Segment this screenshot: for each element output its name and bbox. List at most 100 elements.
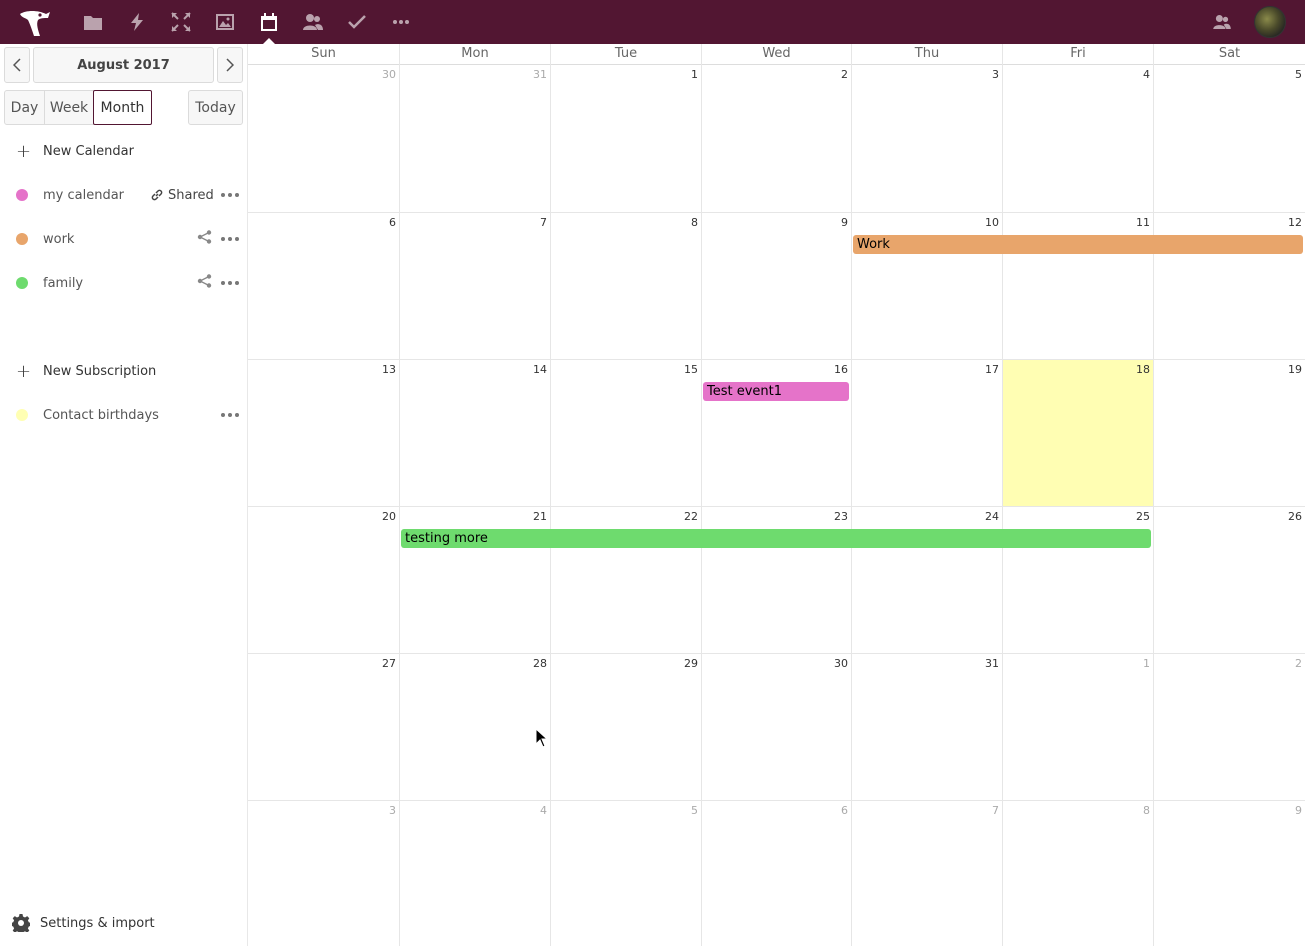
next-period-button[interactable] <box>217 47 243 83</box>
day-number[interactable]: 2 <box>841 68 848 81</box>
day-number[interactable]: 3 <box>389 804 396 817</box>
day-number[interactable]: 4 <box>1143 68 1150 81</box>
day-cell-today[interactable]: 18 <box>1002 359 1153 506</box>
day-number[interactable]: 30 <box>382 68 396 81</box>
view-day-button[interactable]: Day <box>4 90 45 125</box>
day-cell[interactable]: 20 <box>248 506 399 653</box>
calendar-event[interactable]: Work <box>853 235 1303 254</box>
day-cell[interactable]: 19 <box>1153 359 1305 506</box>
calendar-item-work[interactable]: work <box>0 217 248 261</box>
day-cell[interactable]: 4 <box>399 800 550 946</box>
day-number[interactable]: 9 <box>841 216 848 229</box>
day-number[interactable]: 23 <box>834 510 848 523</box>
day-cell[interactable]: 5 <box>1153 65 1305 212</box>
day-cell[interactable]: 6 <box>248 212 399 359</box>
day-number[interactable]: 9 <box>1295 804 1302 817</box>
more-options-icon[interactable] <box>221 233 239 245</box>
day-cell[interactable]: 3 <box>248 800 399 946</box>
calendar-event[interactable]: Test event1 <box>703 382 849 401</box>
day-cell[interactable]: 9 <box>1153 800 1305 946</box>
day-number[interactable]: 29 <box>684 657 698 670</box>
settings-import-button[interactable]: Settings & import <box>12 914 155 932</box>
day-number[interactable]: 18 <box>1136 363 1150 376</box>
day-number[interactable]: 30 <box>834 657 848 670</box>
day-number[interactable]: 31 <box>533 68 547 81</box>
gallery-icon[interactable] <box>159 0 203 44</box>
day-cell[interactable]: 8 <box>550 212 701 359</box>
day-cell[interactable]: 2 <box>701 65 851 212</box>
tasks-icon[interactable] <box>335 0 379 44</box>
new-subscription-button[interactable]: + New Subscription <box>0 349 248 393</box>
day-cell[interactable]: 7 <box>851 800 1002 946</box>
calendar-color-dot[interactable] <box>16 233 28 245</box>
day-cell[interactable]: 2 <box>1153 653 1305 800</box>
app-logo-icon[interactable] <box>14 6 56 38</box>
activity-icon[interactable] <box>115 0 159 44</box>
day-cell[interactable]: 1 <box>550 65 701 212</box>
view-month-button[interactable]: Month <box>93 90 152 125</box>
day-number[interactable]: 16 <box>834 363 848 376</box>
day-cell[interactable]: 27 <box>248 653 399 800</box>
day-number[interactable]: 20 <box>382 510 396 523</box>
day-number[interactable]: 1 <box>691 68 698 81</box>
calendar-event[interactable]: testing more <box>401 529 1151 548</box>
day-cell[interactable]: 30 <box>701 653 851 800</box>
day-cell[interactable]: 15 <box>550 359 701 506</box>
day-number[interactable]: 5 <box>691 804 698 817</box>
day-number[interactable]: 6 <box>389 216 396 229</box>
day-number[interactable]: 8 <box>1143 804 1150 817</box>
day-number[interactable]: 24 <box>985 510 999 523</box>
day-cell[interactable]: 9 <box>701 212 851 359</box>
day-number[interactable]: 3 <box>992 68 999 81</box>
day-cell[interactable]: 4 <box>1002 65 1153 212</box>
day-cell[interactable]: 31 <box>399 65 550 212</box>
day-number[interactable]: 17 <box>985 363 999 376</box>
day-number[interactable]: 4 <box>540 804 547 817</box>
day-cell[interactable]: 7 <box>399 212 550 359</box>
day-number[interactable]: 26 <box>1288 510 1302 523</box>
more-options-icon[interactable] <box>221 189 239 201</box>
files-icon[interactable] <box>71 0 115 44</box>
day-number[interactable]: 10 <box>985 216 999 229</box>
day-number[interactable]: 7 <box>992 804 999 817</box>
day-number[interactable]: 8 <box>691 216 698 229</box>
contacts-menu-icon[interactable] <box>1200 0 1244 44</box>
day-number[interactable]: 28 <box>533 657 547 670</box>
calendar-color-dot[interactable] <box>16 277 28 289</box>
more-options-icon[interactable] <box>221 409 239 421</box>
shared-link-button[interactable]: Shared <box>150 188 214 203</box>
date-picker-button[interactable]: August 2017 <box>33 47 214 83</box>
day-number[interactable]: 1 <box>1143 657 1150 670</box>
day-number[interactable]: 27 <box>382 657 396 670</box>
day-cell[interactable]: 8 <box>1002 800 1153 946</box>
calendar-color-dot[interactable] <box>16 409 28 421</box>
user-avatar[interactable] <box>1254 6 1286 38</box>
day-cell[interactable]: 28 <box>399 653 550 800</box>
calendar-icon[interactable] <box>247 0 291 44</box>
today-button[interactable]: Today <box>188 90 243 125</box>
day-cell[interactable]: 29 <box>550 653 701 800</box>
view-week-button[interactable]: Week <box>44 90 94 125</box>
day-cell[interactable]: 31 <box>851 653 1002 800</box>
share-icon[interactable] <box>197 230 212 248</box>
day-number[interactable]: 7 <box>540 216 547 229</box>
day-number[interactable]: 2 <box>1295 657 1302 670</box>
day-cell[interactable]: 13 <box>248 359 399 506</box>
day-number[interactable]: 6 <box>841 804 848 817</box>
share-icon[interactable] <box>197 274 212 292</box>
day-number[interactable]: 5 <box>1295 68 1302 81</box>
subscription-item-contact-birthdays[interactable]: Contact birthdays <box>0 393 248 437</box>
day-number[interactable]: 14 <box>533 363 547 376</box>
day-cell[interactable]: 17 <box>851 359 1002 506</box>
day-number[interactable]: 25 <box>1136 510 1150 523</box>
day-number[interactable]: 19 <box>1288 363 1302 376</box>
day-cell[interactable]: 5 <box>550 800 701 946</box>
day-number[interactable]: 12 <box>1288 216 1302 229</box>
day-cell[interactable]: 1 <box>1002 653 1153 800</box>
calendar-item-family[interactable]: family <box>0 261 248 305</box>
more-apps-icon[interactable] <box>379 0 423 44</box>
calendar-color-dot[interactable] <box>16 189 28 201</box>
photos-icon[interactable] <box>203 0 247 44</box>
day-number[interactable]: 11 <box>1136 216 1150 229</box>
day-cell[interactable]: 30 <box>248 65 399 212</box>
